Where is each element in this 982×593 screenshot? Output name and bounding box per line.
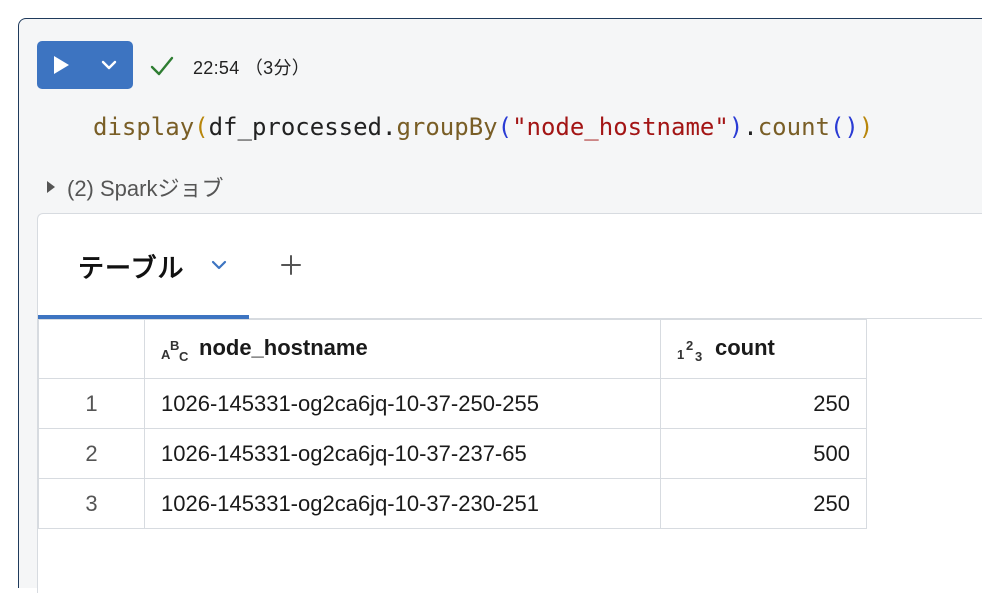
column-header-node-hostname[interactable]: A B C node_hostname bbox=[144, 319, 661, 379]
table-row: 1 1026-145331-og2ca6jq-10-37-250-255 250 bbox=[38, 378, 867, 429]
code-token-function: display bbox=[93, 113, 195, 141]
index-column-header bbox=[38, 319, 145, 379]
code-token-method: groupBy bbox=[396, 113, 498, 141]
execution-status-text: 22:54 （3分） bbox=[193, 58, 311, 78]
code-token-string: "node_hostname" bbox=[512, 113, 729, 141]
svg-text:C: C bbox=[179, 349, 189, 363]
code-token-paren: ) bbox=[858, 113, 874, 141]
caret-right-icon bbox=[47, 181, 55, 193]
output-tab-bar: テーブル bbox=[38, 214, 982, 320]
chevron-down-icon bbox=[101, 60, 117, 70]
row-index: 2 bbox=[38, 428, 145, 479]
svg-text:2: 2 bbox=[686, 338, 693, 353]
cell-count[interactable]: 500 bbox=[660, 428, 867, 479]
svg-text:B: B bbox=[170, 338, 179, 353]
table-row: 3 1026-145331-og2ca6jq-10-37-230-251 250 bbox=[38, 478, 867, 529]
check-icon bbox=[150, 56, 174, 76]
row-index: 3 bbox=[38, 478, 145, 529]
svg-text:1: 1 bbox=[677, 347, 684, 362]
code-token-paren: ) bbox=[728, 113, 744, 141]
tab-table-label: テーブル bbox=[78, 253, 185, 283]
row-index: 1 bbox=[38, 378, 145, 429]
cell-node-hostname[interactable]: 1026-145331-og2ca6jq-10-37-250-255 bbox=[144, 378, 661, 429]
results-table: A B C node_hostname 1 2 3 count 1 1026-1… bbox=[38, 319, 867, 529]
spark-jobs-toggle[interactable]: (2) Sparkジョブ bbox=[45, 171, 223, 203]
cell-node-hostname[interactable]: 1026-145331-og2ca6jq-10-37-237-65 bbox=[144, 428, 661, 479]
svg-text:3: 3 bbox=[695, 349, 702, 363]
run-options-dropdown[interactable] bbox=[85, 41, 133, 89]
code-token-paren: ( bbox=[194, 113, 209, 141]
spark-jobs-label: (2) Sparkジョブ bbox=[67, 176, 224, 201]
code-token-identifier: df_processed bbox=[208, 113, 382, 141]
code-token-paren: () bbox=[829, 113, 859, 141]
output-panel: テーブル A B C node_hostname 1 2 3 count 1 1… bbox=[37, 213, 982, 593]
table-row: 2 1026-145331-og2ca6jq-10-37-237-65 500 bbox=[38, 428, 867, 479]
cell-node-hostname[interactable]: 1026-145331-og2ca6jq-10-37-230-251 bbox=[144, 478, 661, 529]
cell-count[interactable]: 250 bbox=[660, 478, 867, 529]
cell-count[interactable]: 250 bbox=[660, 378, 867, 429]
column-header-label: count bbox=[715, 335, 775, 361]
column-header-label: node_hostname bbox=[199, 335, 368, 361]
column-header-count[interactable]: 1 2 3 count bbox=[660, 319, 867, 379]
code-token-dot: . bbox=[743, 113, 758, 141]
plus-icon[interactable] bbox=[280, 254, 302, 276]
run-cell-button[interactable] bbox=[37, 41, 85, 89]
run-button-group bbox=[37, 41, 133, 89]
table-header-row: A B C node_hostname 1 2 3 count bbox=[38, 319, 867, 379]
string-type-icon: A B C bbox=[161, 338, 189, 363]
number-type-icon: 1 2 3 bbox=[677, 338, 702, 363]
play-icon bbox=[54, 56, 69, 74]
notebook-cell: 22:54 （3分） display(df_processed.groupBy(… bbox=[18, 18, 982, 593]
code-token-method: count bbox=[757, 113, 830, 141]
chevron-down-icon[interactable] bbox=[210, 258, 228, 272]
code-token-dot: . bbox=[382, 113, 397, 141]
code-token-paren: ( bbox=[497, 113, 513, 141]
code-editor[interactable]: display(df_processed.groupBy("node_hostn… bbox=[93, 113, 873, 141]
